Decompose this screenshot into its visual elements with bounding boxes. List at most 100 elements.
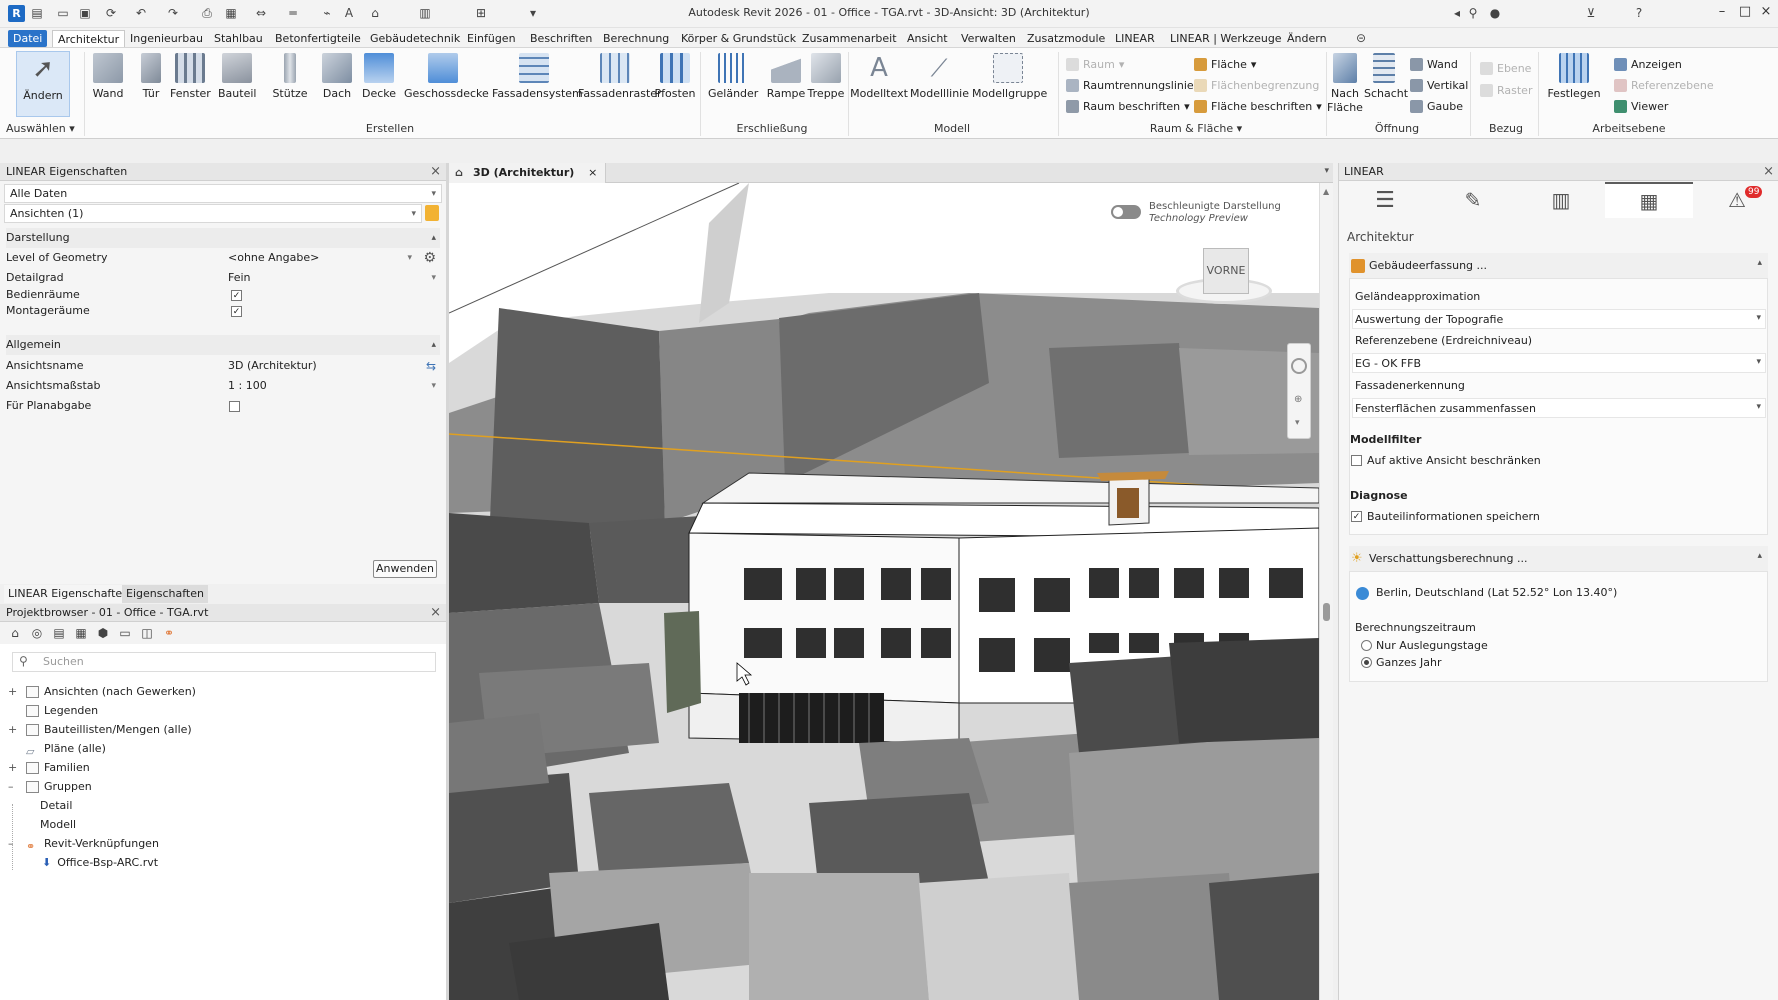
tab-linear[interactable]: LINEAR	[1110, 30, 1160, 47]
railing-button[interactable]: Geländer	[708, 53, 758, 100]
tab-einfuegen[interactable]: Einfügen	[462, 30, 521, 47]
collapse-icon[interactable]: –	[8, 778, 14, 796]
close-window-icon[interactable]: ×	[1756, 4, 1776, 22]
view-tab-3d[interactable]: ⌂ 3D (Architektur) ×	[449, 163, 607, 183]
radio-full-year[interactable]	[1361, 657, 1372, 668]
curtain-system-button[interactable]: Fassadensystem	[492, 53, 583, 100]
help-icon[interactable]: ?	[1632, 6, 1646, 20]
binoculars-icon[interactable]: ⚲	[1466, 6, 1480, 20]
reference-level-select[interactable]: EG - OK FFB ▾	[1352, 353, 1766, 373]
grid-button[interactable]: Raster	[1480, 82, 1532, 98]
select-dropdown[interactable]: Auswählen ▾	[6, 122, 78, 135]
tree-item-model[interactable]: Modell	[40, 816, 76, 834]
area-button[interactable]: Fläche ▾	[1194, 56, 1256, 72]
floor-button[interactable]: Geschossdecke	[404, 53, 489, 100]
schedule-icon[interactable]: ▤	[52, 626, 66, 640]
column-button[interactable]: Stütze	[270, 53, 310, 100]
close-linear-icon[interactable]: ×	[1763, 163, 1774, 181]
component-button[interactable]: Bauteil	[218, 53, 256, 100]
acceleration-toggle[interactable]	[1111, 205, 1141, 219]
view-selector[interactable]: Ansichten (1) ▾	[4, 204, 422, 223]
roof-button[interactable]: Dach	[322, 53, 352, 100]
shading-header[interactable]: ☀ Verschattungsberechnung ... ▴	[1349, 546, 1768, 572]
area-boundary-button[interactable]: Flächenbegrenzung	[1194, 77, 1319, 93]
by-face-button[interactable]: Nach Fläche	[1326, 53, 1364, 115]
view-icon[interactable]: ◎	[30, 626, 44, 640]
chevron-down-icon[interactable]: ▾	[431, 376, 436, 396]
close-browser-icon[interactable]: ×	[430, 604, 441, 622]
show-workplane-button[interactable]: Anzeigen	[1614, 56, 1682, 72]
room-separator-button[interactable]: Raumtrennungslinie	[1066, 77, 1194, 93]
lock-icon[interactable]	[425, 205, 439, 221]
gear-icon[interactable]: ⚙	[423, 248, 436, 268]
restrict-view-checkbox[interactable]	[1351, 455, 1362, 466]
home-icon[interactable]: ⌂	[8, 626, 22, 640]
tree-item-sheets[interactable]: ▱ Pläne (alle)	[26, 740, 106, 758]
tree-item-families[interactable]: + Familien	[8, 759, 90, 777]
tab-koerper-grundstueck[interactable]: Körper & Grundstück	[676, 30, 801, 47]
sheet-icon[interactable]: ▭	[118, 626, 132, 640]
tab-betonfertigteile[interactable]: Betonfertigteile	[270, 30, 366, 47]
expand-icon[interactable]: +	[8, 759, 17, 777]
zoom-icon[interactable]: ⊕	[1294, 394, 1302, 405]
maximize-icon[interactable]: □	[1735, 4, 1755, 22]
tab-ingenieurbau[interactable]: Ingenieurbau	[125, 30, 208, 47]
edit-icon[interactable]: ⇆	[426, 356, 436, 376]
tab-linear-werkzeuge[interactable]: LINEAR | Werkzeuge	[1165, 30, 1287, 47]
model-line-button[interactable]: ⟋ Modelllinie	[910, 53, 969, 100]
expand-icon[interactable]: +	[8, 721, 17, 739]
view-name-value[interactable]: 3D (Architektur)	[228, 356, 317, 376]
wall-button[interactable]: Wand	[90, 53, 126, 100]
tab-calculator[interactable]: ▦	[1605, 182, 1693, 218]
tab-ansicht[interactable]: Ansicht	[902, 30, 953, 47]
tab-architektur[interactable]: Architektur	[52, 30, 126, 47]
apply-button[interactable]: Anwenden	[373, 560, 437, 578]
facade-select[interactable]: Fensterflächen zusammenfassen ▾	[1352, 398, 1766, 418]
vertical-opening-button[interactable]: Vertikal	[1410, 77, 1468, 93]
level-button[interactable]: Ebene	[1480, 60, 1531, 76]
tab-beschriften[interactable]: Beschriften	[525, 30, 597, 47]
tree-item-detail[interactable]: Detail	[40, 797, 72, 815]
scale-value[interactable]: 1 : 100	[228, 376, 267, 396]
tab-zusatzmodule[interactable]: Zusatzmodule	[1022, 30, 1110, 47]
tab-aendern[interactable]: Ändern	[1282, 30, 1332, 47]
plan-checkbox[interactable]	[229, 401, 240, 412]
curtain-grid-button[interactable]: Fassadenraster	[578, 53, 662, 100]
tab-edit[interactable]: ✎	[1429, 182, 1517, 218]
scroll-thumb[interactable]	[1323, 603, 1330, 621]
viewer-button[interactable]: Viewer	[1614, 98, 1668, 114]
globe-icon[interactable]	[1356, 587, 1369, 600]
tab-columns[interactable]: ▥	[1517, 182, 1605, 218]
tab-gebaeudetechnik[interactable]: Gebäudetechnik	[365, 30, 465, 47]
section-general[interactable]: Allgemein ▴	[6, 335, 440, 355]
ramp-button[interactable]: Rampe	[764, 53, 808, 100]
stair-button[interactable]: Treppe	[806, 53, 846, 100]
tree-item-groups[interactable]: – Gruppen	[8, 778, 92, 796]
montageraeume-checkbox[interactable]: ✓	[231, 306, 242, 317]
model-text-button[interactable]: A Modelltext	[850, 53, 908, 100]
steering-wheel-icon[interactable]	[1291, 358, 1307, 374]
radio-design-days[interactable]	[1361, 640, 1372, 651]
topography-select[interactable]: Auswertung der Topografie ▾	[1352, 309, 1766, 329]
data-filter-select[interactable]: Alle Daten ▾	[4, 184, 442, 203]
tree-item-views[interactable]: + Ansichten (nach Gewerken)	[8, 683, 196, 701]
expand-icon[interactable]: +	[8, 683, 17, 701]
shaft-button[interactable]: Schacht	[1364, 53, 1408, 100]
set-workplane-button[interactable]: Festlegen	[1546, 53, 1602, 100]
family-icon[interactable]: ⬢	[96, 626, 110, 640]
ribbon-options-icon[interactable]: ⊝	[1354, 31, 1368, 45]
window-button[interactable]: Fenster	[170, 53, 211, 100]
close-properties-icon[interactable]: ×	[430, 163, 441, 181]
group-raum-flaeche[interactable]: Raum & Fläche ▾	[1136, 122, 1256, 135]
tree-item-schedules[interactable]: + Bauteillisten/Mengen (alle)	[8, 721, 192, 739]
tab-stahlbau[interactable]: Stahlbau	[209, 30, 268, 47]
mullion-button[interactable]: Pfosten	[654, 53, 696, 100]
modify-button[interactable]: ➚ Ändern	[16, 51, 70, 117]
tab-linear-properties[interactable]: LINEAR Eigenschaften	[4, 585, 134, 603]
room-button[interactable]: Raum ▾	[1066, 56, 1124, 72]
chevron-down-icon[interactable]: ▾	[407, 248, 412, 268]
tree-item-legends[interactable]: Legenden	[26, 702, 98, 720]
tab-menu-icon[interactable]: ▾	[1324, 166, 1329, 176]
bedienraeume-checkbox[interactable]: ✓	[231, 290, 242, 301]
tab-zusammenarbeit[interactable]: Zusammenarbeit	[797, 30, 902, 47]
